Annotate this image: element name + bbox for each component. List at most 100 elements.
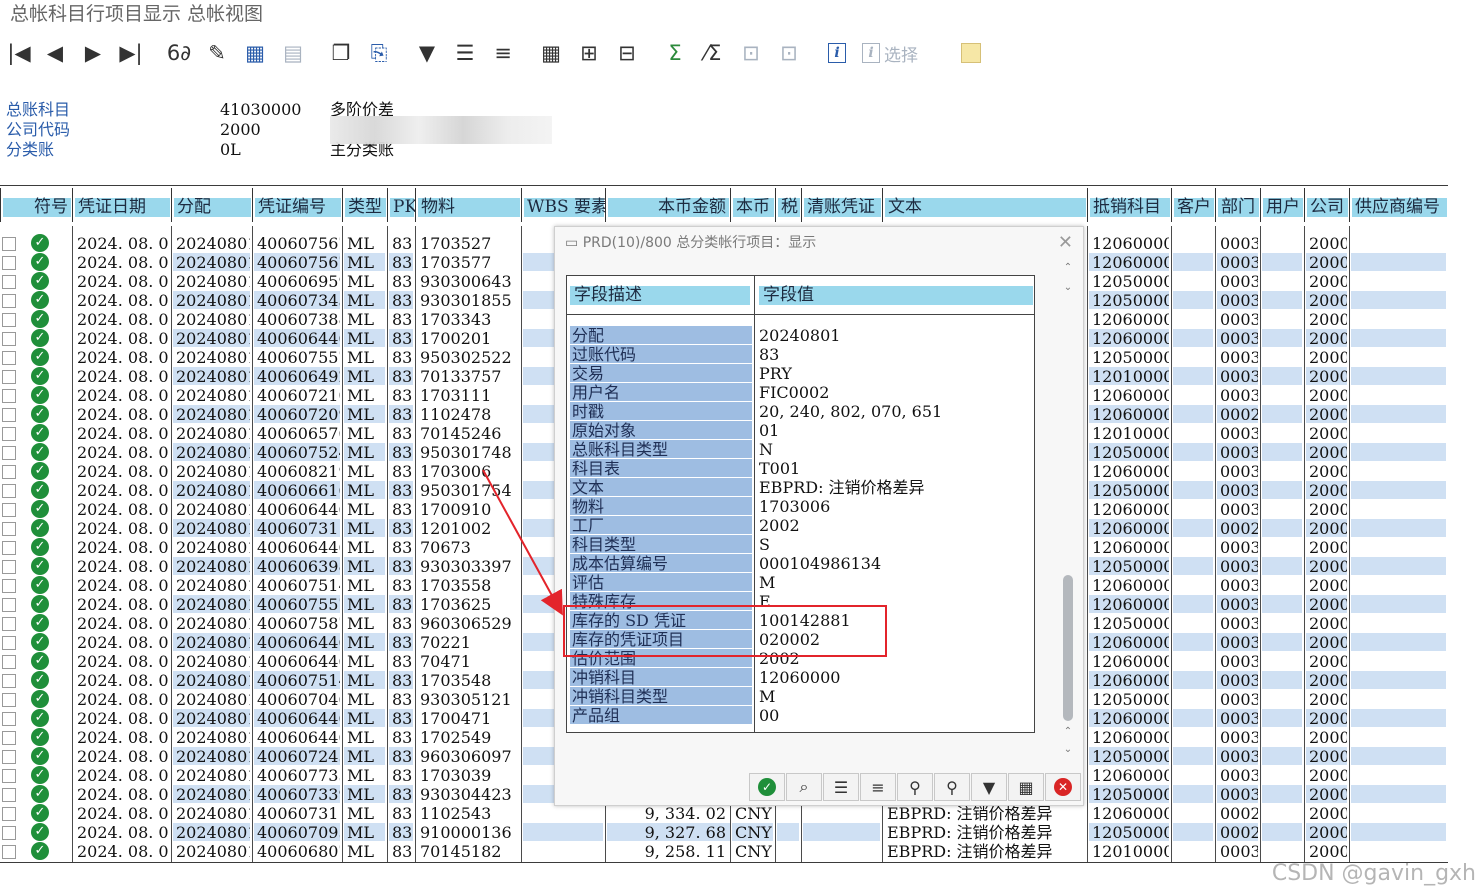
col-wbs-header[interactable]: WBS 要素 [521,188,606,222]
field-row[interactable]: 工厂 2002 [567,516,1034,535]
find-next-button[interactable]: ⚲ [934,773,970,801]
field-row[interactable]: 时戳 20, 240, 802, 070, 651 [567,402,1034,421]
row-select-checkbox[interactable] [2,731,16,745]
col-offset-account-header[interactable]: 抵销科目 [1087,188,1172,222]
row-select-checkbox[interactable] [2,560,16,574]
col-tax-header[interactable]: 税 [775,188,802,222]
row-select-checkbox[interactable] [2,465,16,479]
field-row[interactable]: 过账代码 83 [567,345,1034,364]
field-row[interactable]: 库存的凭证项目 020002 [567,630,1034,649]
select-info-button[interactable]: i 选择 [862,39,918,67]
print-preview-icon[interactable]: ⊡ [776,39,802,67]
copy-document-icon[interactable]: ❐ [328,39,354,67]
row-select-checkbox[interactable] [2,351,16,365]
table-row[interactable]: ✓ 2024. 08. 02 20240801 400607311 ML 83 110254… [0,804,1448,823]
export-document-icon[interactable]: ⎘ [366,39,392,67]
table-button[interactable]: ▦ [1008,773,1044,801]
row-select-checkbox[interactable] [2,617,16,631]
row-select-checkbox[interactable] [2,275,16,289]
next-page-icon[interactable]: ▶ [80,39,106,67]
col-text-header[interactable]: 文本 [882,188,1088,222]
close-icon[interactable]: ✕ [1058,232,1073,253]
col-symbol-header[interactable]: 符号 [0,188,73,222]
confirm-button[interactable]: ✓ [749,773,785,801]
row-select-checkbox[interactable] [2,294,16,308]
row-select-checkbox[interactable] [2,598,16,612]
field-row[interactable]: 库存的 SD 凭证 100142881 [567,611,1034,630]
scroll-thumb[interactable] [1063,575,1073,721]
row-select-checkbox[interactable] [2,446,16,460]
row-select-checkbox[interactable] [2,484,16,498]
row-select-checkbox[interactable] [2,541,16,555]
row-select-checkbox[interactable] [2,332,16,346]
row-select-checkbox[interactable] [2,655,16,669]
row-select-checkbox[interactable] [2,845,16,859]
first-page-icon[interactable]: |◀ [6,39,32,67]
filter-button[interactable]: ▼ [971,773,1007,801]
scroll-down-page-icon[interactable]: ⌃ [1061,725,1075,739]
row-select-checkbox[interactable] [2,427,16,441]
row-select-checkbox[interactable] [2,712,16,726]
scroll-down-icon[interactable]: ⌄ [1061,743,1075,757]
row-select-checkbox[interactable] [2,693,16,707]
table-layout-icon[interactable]: ▦ [538,39,564,67]
row-select-checkbox[interactable] [2,408,16,422]
field-row[interactable]: 产品组 00 [567,706,1034,725]
grid-settings-icon[interactable]: ▦ [242,39,268,67]
col-vendor-header[interactable]: 供应商编号 [1349,188,1448,222]
field-row[interactable]: 冲销科目 12060000 [567,668,1034,687]
field-row[interactable]: 分配 20240801 [567,326,1034,345]
filter-icon[interactable]: ▼ [414,39,440,67]
field-row[interactable]: 物料 1703006 [567,497,1034,516]
field-row[interactable]: 评估 M [567,573,1034,592]
row-select-checkbox[interactable] [2,237,16,251]
field-row[interactable]: 特殊库存 E [567,592,1034,611]
change-layout-icon[interactable]: ⊞ [576,39,602,67]
field-row[interactable]: 交易 PRY [567,364,1034,383]
scroll-up-page-icon[interactable]: ⌄ [1061,281,1075,295]
field-row[interactable]: 冲销科目类型 M [567,687,1034,706]
col-customer-header[interactable]: 客户 [1171,188,1216,222]
binoculars-button[interactable]: ⚲ [897,773,933,801]
field-row[interactable]: 总账科目类型 N [567,440,1034,459]
col-amount-header[interactable]: 本币金额 [605,188,731,222]
row-select-checkbox[interactable] [2,807,16,821]
row-select-checkbox[interactable] [2,313,16,327]
field-row[interactable]: 科目类型 S [567,535,1034,554]
row-select-checkbox[interactable] [2,389,16,403]
field-row[interactable]: 原始对象 01 [567,421,1034,440]
col-material-header[interactable]: 物料 [415,188,522,222]
col-clearing-doc-header[interactable]: 清账凭证 [801,188,883,222]
sort-ascending-icon[interactable]: ☰ [452,39,478,67]
row-select-checkbox[interactable] [2,636,16,650]
last-page-icon[interactable]: ▶| [118,39,144,67]
dialog-scrollbar[interactable]: ⌃ ⌄ ⌃ ⌄ [1061,259,1075,755]
row-select-checkbox[interactable] [2,674,16,688]
scroll-up-icon[interactable]: ⌃ [1061,261,1075,275]
previous-page-icon[interactable]: ◀ [42,39,68,67]
col-currency-header[interactable]: 本币 [730,188,776,222]
field-row[interactable]: 用户名 FIC0002 [567,383,1034,402]
row-select-checkbox[interactable] [2,788,16,802]
col-user-header[interactable]: 用户 [1260,188,1305,222]
col-department-header[interactable]: 部门 [1215,188,1261,222]
row-select-checkbox[interactable] [2,579,16,593]
field-row[interactable]: 估价范围 2002 [567,649,1034,668]
display-details-icon[interactable]: 6∂ [166,39,192,67]
col-company-header[interactable]: 公司 [1304,188,1350,222]
field-row[interactable]: 科目表 T001 [567,459,1034,478]
find-button[interactable]: ⌕ [786,773,822,801]
sum-icon[interactable]: Σ [662,39,688,67]
col-doc-number-header[interactable]: 凭证编号 [252,188,343,222]
row-select-checkbox[interactable] [2,370,16,384]
row-select-checkbox[interactable] [2,750,16,764]
sort-descending-icon[interactable]: ≡ [490,39,516,67]
row-select-checkbox[interactable] [2,503,16,517]
col-doc-date-header[interactable]: 凭证日期 [72,188,172,222]
select-layout-icon[interactable]: ⊟ [614,39,640,67]
row-select-checkbox[interactable] [2,256,16,270]
field-row[interactable]: 文本 EBPRD: 注销价格差异 [567,478,1034,497]
cancel-button[interactable]: ✕ [1045,773,1081,801]
sort-descending-button[interactable]: ≡ [860,773,896,801]
sort-ascending-button[interactable]: ☰ [823,773,859,801]
